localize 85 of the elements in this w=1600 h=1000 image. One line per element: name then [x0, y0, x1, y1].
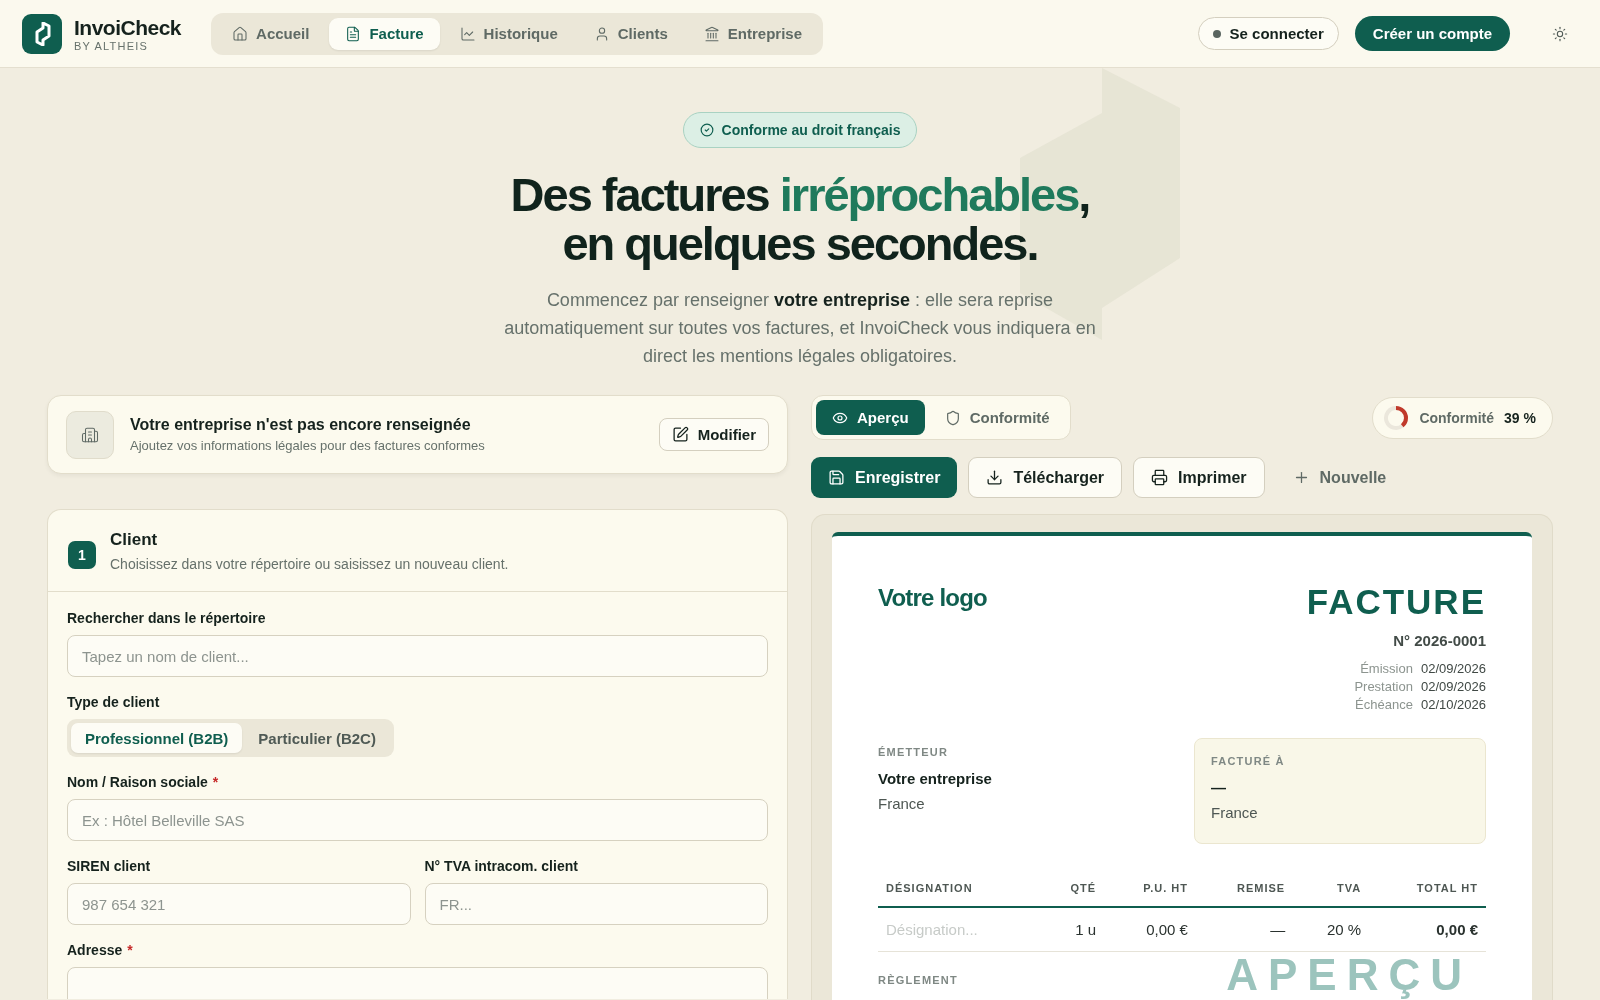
brand-name: InvoiCheck: [74, 15, 182, 40]
section-label: RÈGLEMENT: [878, 974, 958, 986]
party-label: ÉMETTEUR: [878, 746, 950, 758]
sun-icon: [1552, 25, 1568, 42]
date-value: 02/09/2026: [1420, 679, 1486, 694]
login-button[interactable]: Se connecter: [1197, 17, 1339, 50]
edit-button[interactable]: Modifier: [658, 418, 769, 451]
save-button[interactable]: Enregistrer: [811, 457, 958, 498]
view-tab[interactable]: Aperçu: [816, 400, 925, 435]
input-field[interactable]: FR...: [424, 883, 768, 925]
compliance-badge: Conforme au droit français: [682, 112, 918, 148]
party-label: FACTURÉ À: [1211, 755, 1286, 767]
home-icon: [232, 25, 249, 42]
column-header: DÉSIGNATION: [878, 870, 1042, 907]
input-field[interactable]: Tapez un nom de client...: [67, 635, 768, 677]
line-chart-icon: [459, 25, 476, 42]
invoice-number: N° 2026-0001: [1393, 632, 1486, 649]
nav-tab[interactable]: Clients: [577, 17, 684, 50]
input-field[interactable]: [67, 967, 768, 999]
progress-track: [1384, 405, 1404, 430]
input-field[interactable]: Ex : Hôtel Belleville SAS: [67, 799, 768, 841]
segment-option[interactable]: Professionnel (B2B): [71, 723, 243, 753]
nav-tab[interactable]: Historique: [443, 17, 574, 50]
check-circle-icon: [699, 123, 714, 137]
field-label: Rechercher dans le répertoire: [67, 610, 267, 626]
input-field[interactable]: 987 654 321: [67, 883, 411, 925]
score-value: 39 %: [1504, 409, 1536, 426]
date-value: 02/10/2026: [1420, 697, 1486, 712]
party-country: France: [878, 795, 926, 812]
nav-tab[interactable]: Entreprise: [687, 17, 818, 50]
step-number: 1: [68, 540, 96, 569]
nav-tab[interactable]: Facture: [329, 17, 440, 50]
logo-text: Votre logo: [878, 584, 987, 613]
table-cell: 1 u: [1041, 907, 1105, 952]
building-icon: [703, 25, 720, 42]
building-icon: [66, 410, 114, 459]
invoice-title: FACTURE: [1306, 582, 1486, 622]
status-dot: [1212, 29, 1221, 38]
hero-intro: Commencez par renseigner votre entreprise : elle sera reprise automatiquement sur toutes vos factures, et InvoiCheck vous indiquera en direct les mentions légales obligatoires.: [503, 289, 1097, 368]
section-title: Client: [110, 529, 159, 550]
plus-button[interactable]: Nouvelle: [1275, 457, 1404, 498]
score-label: Conformité: [1419, 409, 1495, 426]
table-cell: 20 %: [1293, 907, 1370, 952]
party-name: —: [1211, 779, 1227, 796]
download-button[interactable]: Télécharger: [968, 457, 1123, 498]
table-cell: 0,00 €: [1369, 907, 1486, 952]
field-label: SIREN client: [67, 858, 152, 874]
column-header: TOTAL HT: [1369, 870, 1486, 907]
printer-button[interactable]: Imprimer: [1133, 457, 1265, 498]
printer-icon: [1151, 469, 1169, 486]
nav-tab[interactable]: Accueil: [216, 17, 326, 50]
required-mark: *: [212, 774, 219, 790]
party-country: France: [1211, 804, 1259, 821]
document-icon: [345, 25, 362, 42]
segment-option[interactable]: Particulier (B2C): [244, 723, 390, 753]
column-header: P.U. HT: [1104, 870, 1196, 907]
field-label: Nom / Raison sociale *: [67, 774, 220, 790]
field-label: N° TVA intracom. client: [424, 858, 579, 874]
party-name: Votre entreprise: [878, 770, 993, 787]
field-label: Type de client: [67, 694, 161, 710]
preview-watermark: APERÇU: [1226, 951, 1472, 999]
view-tab[interactable]: Conformité: [928, 400, 1066, 435]
table-cell: —: [1195, 907, 1294, 952]
hero-title: Des factures irréprochables, en quelques secondes.: [510, 170, 1090, 268]
table-cell: 0,00 €: [1104, 907, 1196, 952]
signup-button[interactable]: Créer un compte: [1354, 16, 1510, 51]
column-header: TVA: [1293, 870, 1370, 907]
brand-subtitle: BY ALTHEIS: [74, 39, 149, 52]
notice-subtitle: Ajoutez vos informations légales pour des factures conformes: [130, 438, 486, 453]
section-subtitle: Choisissez dans votre répertoire ou saisissez un nouveau client.: [110, 555, 509, 572]
date-label: Prestation: [1354, 679, 1413, 694]
date-value: 02/09/2026: [1420, 661, 1486, 676]
date-label: Échéance: [1354, 697, 1413, 712]
column-header: QTÉ: [1041, 870, 1105, 907]
column-header: REMISE: [1195, 870, 1294, 907]
notice-title: Votre entreprise n'est pas encore renseignée: [130, 416, 472, 434]
download-icon: [986, 469, 1004, 486]
logo-icon: [22, 13, 62, 54]
field-label: Adresse *: [67, 942, 134, 958]
save-icon: [828, 469, 845, 486]
required-mark: *: [127, 942, 133, 958]
table-cell: Désignation...: [878, 907, 1042, 952]
date-label: Émission: [1359, 661, 1413, 676]
shield-icon: [944, 409, 961, 426]
edit-icon: [671, 426, 689, 443]
